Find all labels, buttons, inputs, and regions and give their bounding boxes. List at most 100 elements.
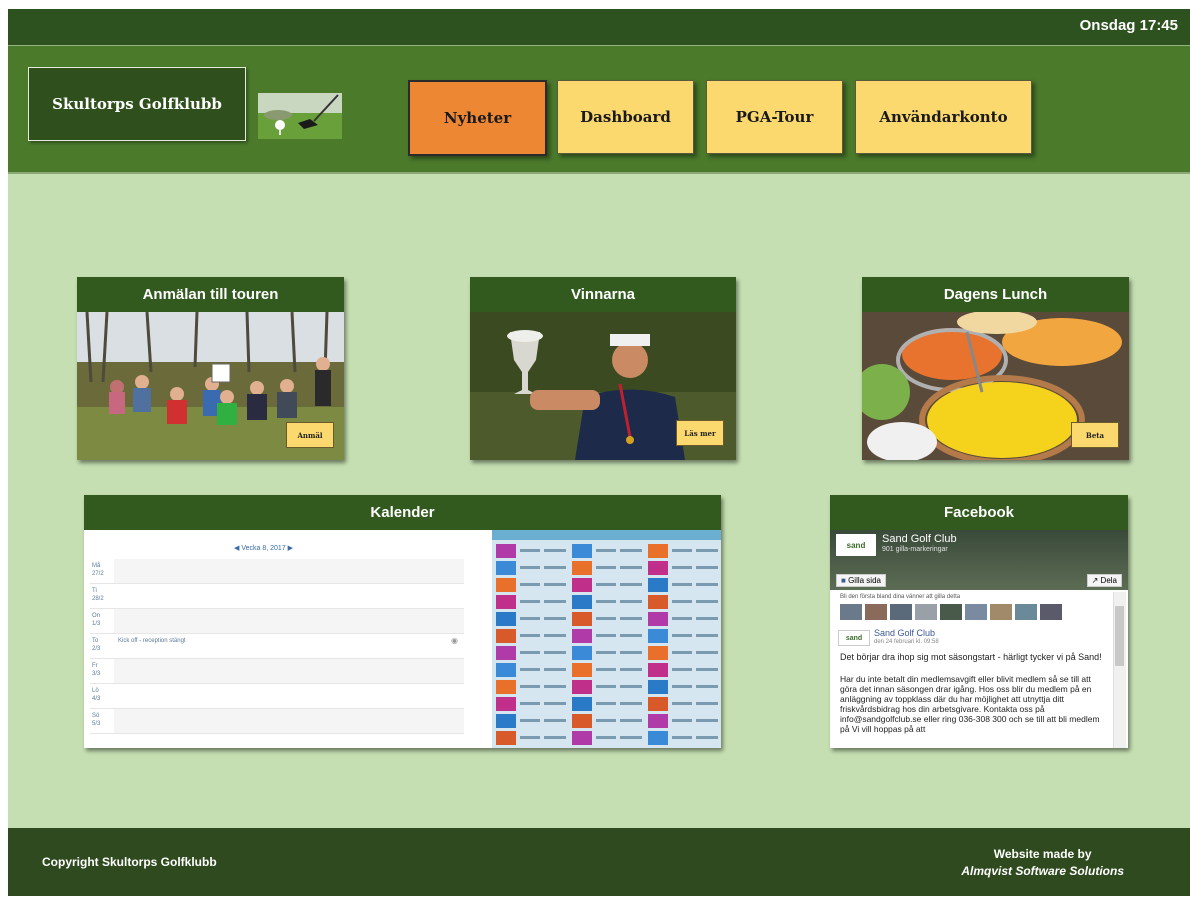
activity-icon: [648, 578, 668, 592]
calendar-row[interactable]: On 1/3: [90, 609, 464, 634]
calendar-day-label: Ti 28/2: [92, 587, 112, 603]
grid-text: [672, 583, 692, 586]
grid-text: [672, 668, 692, 671]
week-calendar: ◀ Vecka 8, 2017 ▶ Må 27/2 Ti 28/2 On 1/3 To 2/3…: [84, 530, 484, 748]
logo[interactable]: Skultorps Golfklubb: [28, 67, 246, 141]
calendar-row[interactable]: Må 27/2: [90, 559, 464, 584]
grid-text: [520, 617, 540, 620]
las-mer-button[interactable]: Läs mer: [676, 420, 724, 446]
grid-text: [596, 600, 616, 603]
grid-text: [544, 668, 566, 671]
activity-icon: [496, 544, 516, 558]
calendar-day-label: Fr 3/3: [92, 662, 112, 678]
info-icon[interactable]: ◉: [451, 636, 458, 645]
grid-text: [596, 566, 616, 569]
top-bar: Onsdag 17:45: [8, 9, 1190, 46]
activity-icon: [496, 663, 516, 677]
grid-text: [520, 600, 540, 603]
fb-post-date: den 24 februari kl. 09:58: [874, 639, 939, 645]
beta-button[interactable]: Beta: [1071, 422, 1119, 448]
calendar-row[interactable]: Fr 3/3: [90, 659, 464, 684]
footer: Copyright Skultorps Golfklubb Website ma…: [8, 828, 1190, 896]
avatar: [890, 604, 912, 620]
grid-text: [596, 668, 616, 671]
grid-text: [672, 634, 692, 637]
fb-post-author[interactable]: Sand Golf Club: [874, 628, 935, 638]
made-by-line2[interactable]: Almqvist Software Solutions: [961, 863, 1124, 880]
card-title: Dagens Lunch: [862, 277, 1129, 312]
grid-text: [544, 702, 566, 705]
share-icon: ↗: [1091, 576, 1101, 585]
grid-text: [544, 634, 566, 637]
activity-icon: [572, 544, 592, 558]
day-name: Lö: [92, 688, 99, 694]
nav-pga-tour[interactable]: PGA-Tour: [706, 80, 843, 154]
avatar: [915, 604, 937, 620]
grid-text: [696, 719, 718, 722]
copyright: Copyright Skultorps Golfklubb: [42, 855, 217, 869]
activity-icon: [648, 731, 668, 745]
card-lunch: Dagens Lunch Beta: [862, 277, 1129, 460]
calendar-event[interactable]: Kick off - reception stängt: [118, 638, 186, 644]
grid-text: [672, 702, 692, 705]
made-by-line1: Website made by: [993, 847, 1092, 861]
lunch-photo: Beta: [862, 312, 1129, 460]
activity-icon: [572, 663, 592, 677]
winner-photo: Läs mer: [470, 312, 736, 460]
nav-anvandarkonto[interactable]: Användarkonto: [855, 80, 1032, 154]
day-name: Fr: [92, 663, 98, 669]
activity-icon: [648, 697, 668, 711]
grid-text: [696, 668, 718, 671]
golf-ball-image: [258, 93, 342, 139]
scrollbar-thumb[interactable]: [1115, 606, 1124, 666]
grid-text: [672, 719, 692, 722]
prev-week-icon[interactable]: ◀: [234, 545, 239, 552]
calendar-day-label: Sö 5/3: [92, 712, 112, 728]
calendar-row[interactable]: Lö 4/3: [90, 684, 464, 709]
grid-text: [596, 634, 616, 637]
fb-post-text-2: Har du inte betalt din medlemsavgift ell…: [840, 674, 1100, 734]
calendar-row[interactable]: To 2/3 Kick off - reception stängt ◉: [90, 634, 464, 659]
calendar-cell: [114, 559, 464, 583]
grid-header: [492, 530, 721, 540]
card-title: Kalender: [84, 495, 721, 530]
grid-text: [520, 566, 540, 569]
avatar: [865, 604, 887, 620]
week-label: Vecka 8, 2017: [241, 545, 286, 552]
card-title: Vinnarna: [470, 277, 736, 312]
grid-text: [596, 549, 616, 552]
fb-like-button[interactable]: ■ Gilla sida: [836, 574, 886, 587]
grid-text: [544, 600, 566, 603]
card-kalender: Kalender ◀ Vecka 8, 2017 ▶ Må 27/2 Ti 28/2 O…: [84, 495, 721, 748]
fb-page-name[interactable]: Sand Golf Club: [882, 533, 957, 545]
card-anmalan: Anmälan till touren Anmäl: [77, 277, 344, 460]
nav-nyheter[interactable]: Nyheter: [408, 80, 547, 156]
header: Skultorps Golfklubb Nyheter Dashboard PG…: [8, 46, 1190, 174]
fb-friend-avatars: [840, 604, 1080, 620]
fb-share-button[interactable]: ↗ Dela: [1086, 574, 1122, 587]
nav-dashboard[interactable]: Dashboard: [557, 80, 694, 154]
grid-text: [620, 617, 642, 620]
anmal-button[interactable]: Anmäl: [286, 422, 334, 448]
grid-text: [696, 600, 718, 603]
fb-scrollbar[interactable]: [1113, 592, 1126, 748]
calendar-row[interactable]: Sö 5/3: [90, 709, 464, 734]
next-week-icon[interactable]: ▶: [288, 545, 293, 552]
grid-text: [620, 651, 642, 654]
facebook-widget: sand Sand Golf Club 901 gilla-markeringa…: [830, 530, 1128, 748]
grid-text: [596, 736, 616, 739]
activity-icon: [496, 697, 516, 711]
avatar: [940, 604, 962, 620]
grid-text: [520, 583, 540, 586]
calendar-cell: [114, 684, 464, 708]
grid-text: [596, 719, 616, 722]
activity-icon: [572, 629, 592, 643]
grid-text: [620, 583, 642, 586]
calendar-row[interactable]: Ti 28/2: [90, 584, 464, 609]
card-facebook: Facebook sand Sand Golf Club 901 gilla-m…: [830, 495, 1128, 748]
activity-icon: [572, 680, 592, 694]
activity-icon: [572, 595, 592, 609]
week-nav[interactable]: ◀ Vecka 8, 2017 ▶: [234, 544, 293, 552]
avatar: [965, 604, 987, 620]
grid-text: [672, 617, 692, 620]
